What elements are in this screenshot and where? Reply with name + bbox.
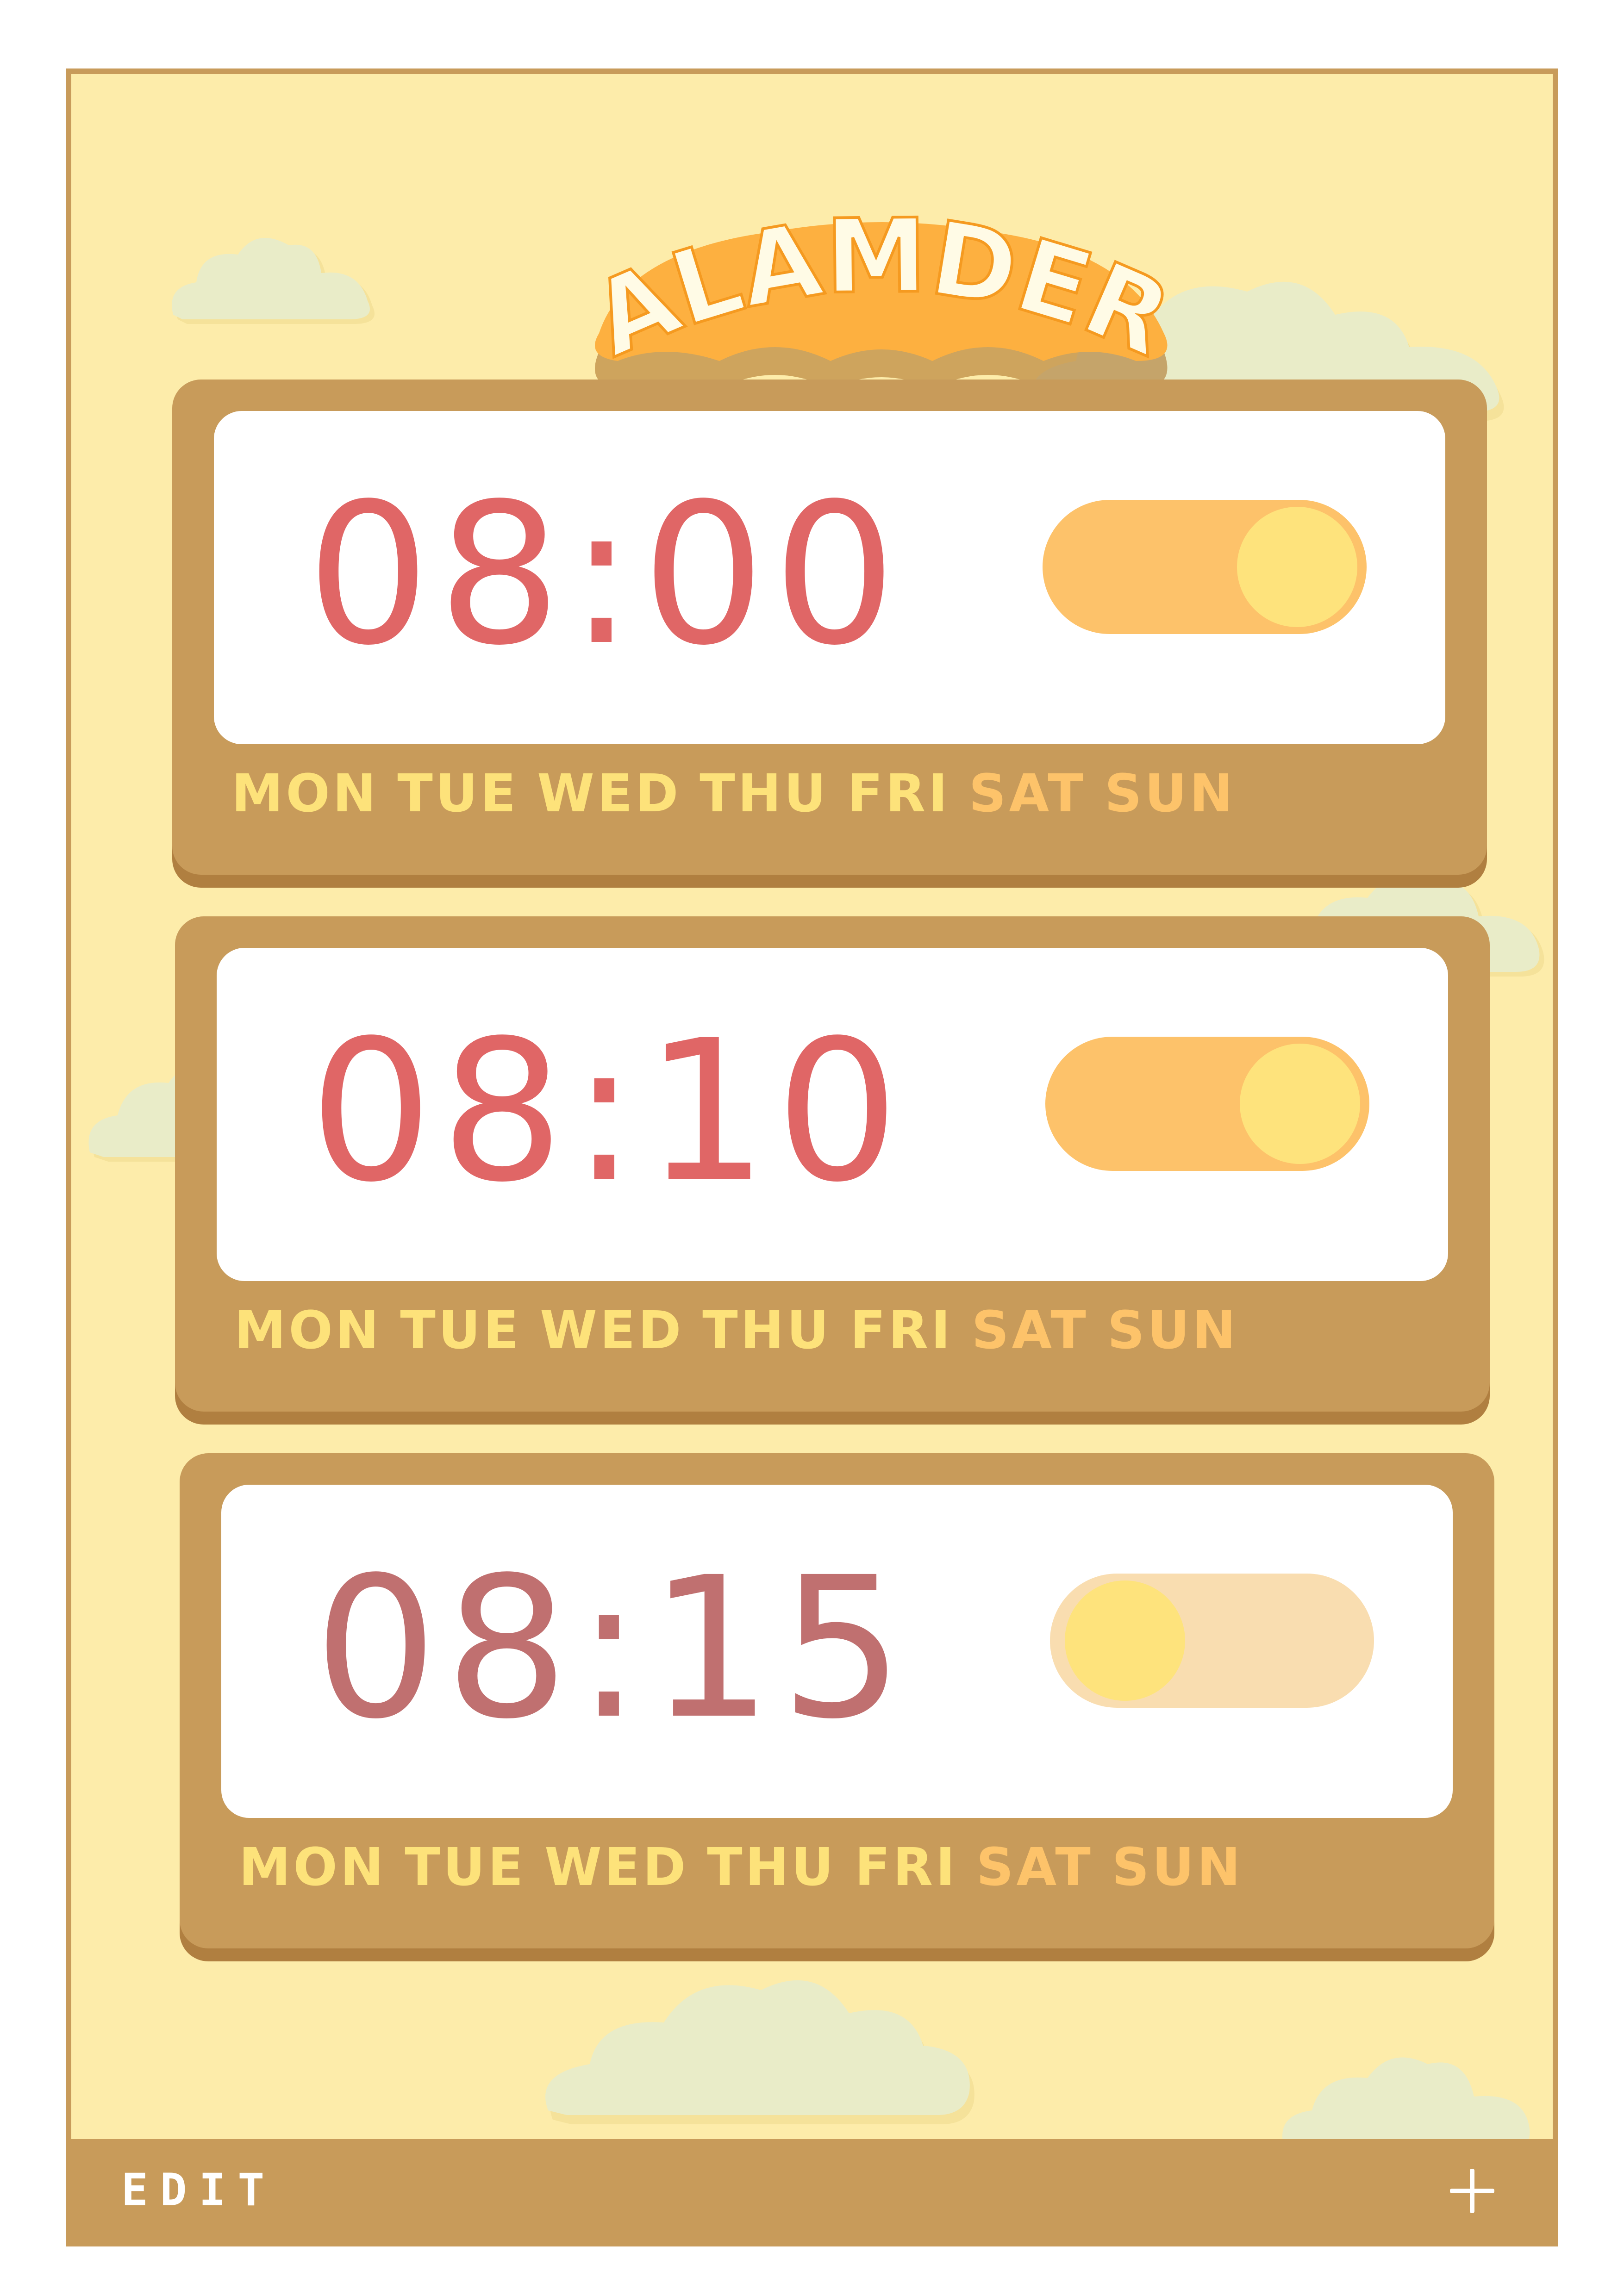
- day-mon[interactable]: MON: [231, 764, 379, 828]
- edit-button[interactable]: EDIT: [121, 2158, 276, 2222]
- day-wed[interactable]: WED: [544, 1837, 688, 1902]
- day-tue[interactable]: TUE: [400, 1300, 521, 1365]
- toggle-knob: [1240, 1044, 1360, 1164]
- alarm-toggle[interactable]: [1043, 500, 1367, 634]
- bottom-toolbar: EDIT: [71, 2139, 1553, 2241]
- app-frame: ALAMDER 08:00 MON TUE WED THU FRI SAT SU…: [66, 68, 1558, 2246]
- day-sun[interactable]: SUN: [1107, 1300, 1238, 1365]
- toggle-knob: [1237, 507, 1357, 627]
- day-sat[interactable]: SAT: [972, 1300, 1089, 1365]
- alarm-time[interactable]: 08:00: [306, 467, 904, 684]
- alarm-toggle[interactable]: [1045, 1037, 1369, 1171]
- alarm-time-panel[interactable]: 08:15: [221, 1485, 1453, 1818]
- day-thu[interactable]: THU: [700, 764, 829, 828]
- day-fri[interactable]: FRI: [855, 1837, 957, 1902]
- day-mon[interactable]: MON: [234, 1300, 381, 1365]
- day-thu[interactable]: THU: [707, 1837, 836, 1902]
- day-sun[interactable]: SUN: [1105, 764, 1236, 828]
- day-sat[interactable]: SAT: [976, 1837, 1093, 1902]
- day-fri[interactable]: FRI: [850, 1300, 953, 1365]
- alarm-card[interactable]: 08:00 MON TUE WED THU FRI SAT SUN: [172, 380, 1487, 875]
- alarm-toggle[interactable]: [1050, 1574, 1374, 1708]
- toggle-knob: [1065, 1580, 1185, 1701]
- plus-icon[interactable]: [1442, 2160, 1502, 2221]
- day-thu[interactable]: THU: [702, 1300, 831, 1365]
- alarm-days: MON TUE WED THU FRI SAT SUN: [234, 1300, 1238, 1365]
- day-wed[interactable]: WED: [537, 764, 681, 828]
- alarm-time-panel[interactable]: 08:10: [217, 948, 1448, 1281]
- day-mon[interactable]: MON: [239, 1837, 386, 1902]
- alarm-days: MON TUE WED THU FRI SAT SUN: [239, 1837, 1243, 1902]
- day-wed[interactable]: WED: [540, 1300, 684, 1365]
- day-sun[interactable]: SUN: [1112, 1837, 1243, 1902]
- day-tue[interactable]: TUE: [397, 764, 518, 828]
- alarm-time-panel[interactable]: 08:00: [214, 411, 1445, 744]
- alarm-card[interactable]: 08:10 MON TUE WED THU FRI SAT SUN: [175, 916, 1490, 1412]
- day-sat[interactable]: SAT: [969, 764, 1086, 828]
- cloud-decoration: [172, 238, 375, 324]
- day-tue[interactable]: TUE: [405, 1837, 526, 1902]
- alarm-card[interactable]: 08:15 MON TUE WED THU FRI SAT SUN: [180, 1453, 1494, 1948]
- alarm-time[interactable]: 08:10: [309, 1003, 906, 1221]
- cloud-decoration: [545, 1980, 974, 2124]
- alarm-days: MON TUE WED THU FRI SAT SUN: [231, 764, 1236, 828]
- day-fri[interactable]: FRI: [847, 764, 950, 828]
- cloud-decoration: [1282, 2057, 1530, 2150]
- alarm-time[interactable]: 08:15: [314, 1540, 911, 1758]
